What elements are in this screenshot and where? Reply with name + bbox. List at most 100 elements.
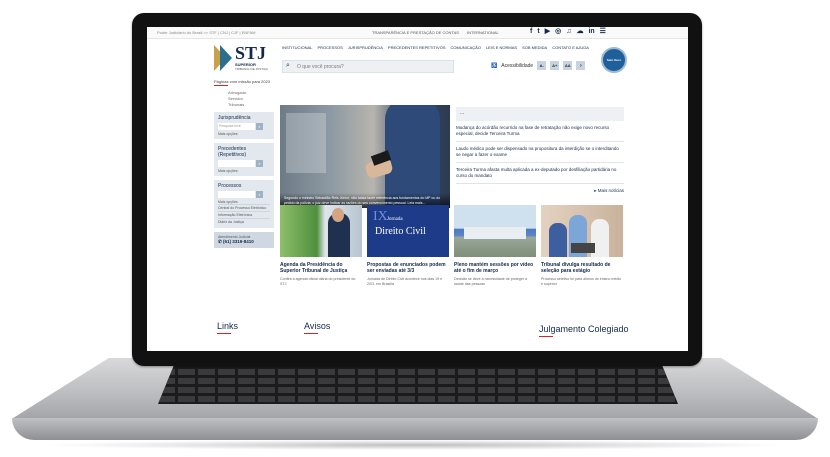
card-image-text: Direito Civil xyxy=(375,226,426,237)
nav-item-leis-normas[interactable]: LEIS E NORMAS xyxy=(486,45,517,50)
news-item[interactable]: Laudo médico pode ser dispensado na prop… xyxy=(456,142,624,163)
linkedin-icon[interactable]: in xyxy=(588,28,594,36)
card-image xyxy=(454,205,536,257)
card-description: Jornada de Direito Civil acontece nos di… xyxy=(367,277,443,286)
quality-seal[interactable]: Selo Ouro xyxy=(601,47,627,73)
news-card[interactable]: Tribunal divulga resultado de seleção pa… xyxy=(541,205,623,286)
nav-item-processos[interactable]: PROCESSOS xyxy=(317,45,342,50)
stj-logo[interactable]: STJ SUPERIOR TRIBUNAL DE JUSTIÇA xyxy=(214,43,274,73)
hero-banner[interactable]: Segundo o ministro Sebastião Reis Júnior… xyxy=(280,105,450,208)
more-news-label: Mais notícias xyxy=(597,188,624,193)
more-options-link[interactable]: Mais opções xyxy=(218,169,270,173)
sidebar-link-central-processo[interactable]: Central do Processo Eletrônico xyxy=(218,204,270,211)
international-link[interactable]: INTERNATIONAL xyxy=(467,30,499,35)
precedentes-search-input[interactable] xyxy=(218,160,255,167)
processos-search-input[interactable] xyxy=(218,191,255,198)
sidebar-top-label[interactable]: Páginas com missão para 2023 xyxy=(214,79,270,84)
twitter-icon[interactable]: t xyxy=(537,28,539,36)
phone-number: (61) 3319-8410 xyxy=(223,239,254,244)
search-icon[interactable]: ⌕ xyxy=(256,191,263,198)
card-image: IX Jornada Direito Civil xyxy=(367,205,449,257)
nav-item-jurisprudencia[interactable]: JURISPRUDÊNCIA xyxy=(348,45,383,50)
sidebar-item-tribunais[interactable]: Tribunais xyxy=(228,102,274,108)
red-underline xyxy=(304,333,318,334)
accessibility-icon[interactable]: ♿ xyxy=(491,63,497,69)
section-julgamento: Julgamento Colegiado xyxy=(539,324,629,337)
nav-item-contato[interactable]: CONTATO E AJUDA xyxy=(552,45,589,50)
sidebar-link-diario[interactable]: Diário da Justiça xyxy=(218,218,270,225)
laptop-screen: Poder Judiciário do Brasil >> STF | CNJ … xyxy=(147,27,688,351)
box-title: Jurisprudência xyxy=(218,115,251,121)
section-title[interactable]: Links xyxy=(217,321,238,331)
accessibility-bar: ♿ Acessibilidade A- A+ AA ? xyxy=(491,61,586,70)
news-card[interactable]: Pleno mantém sessões por vídeo até o fim… xyxy=(454,205,536,286)
keyboard-row xyxy=(158,378,678,384)
card-image xyxy=(280,205,362,257)
section-links: Links xyxy=(217,321,238,334)
search-input[interactable]: ⌕ O que você procura? xyxy=(282,60,454,73)
news-item[interactable]: Terceira Turma afasta multa aplicada a e… xyxy=(456,163,624,184)
font-decrease-button[interactable]: A- xyxy=(537,61,547,70)
more-news-link[interactable]: ▸ Mais notícias xyxy=(456,188,624,194)
sidebar-link-informacao[interactable]: Informação Eletrônica xyxy=(218,211,270,218)
nav-item-sob-medida[interactable]: SOB MEDIDA xyxy=(522,45,547,50)
search-placeholder: O que você procura? xyxy=(297,64,344,70)
nav-item-comunicacao[interactable]: COMUNICAÇÃO xyxy=(451,45,481,50)
card-title[interactable]: Propostas de enunciados podem ser enviad… xyxy=(367,262,449,274)
card-title[interactable]: Agenda da Presidência do Superior Tribun… xyxy=(280,262,362,274)
logo-mark-blue xyxy=(220,45,232,71)
news-card[interactable]: Agenda da Presidência do Superior Tribun… xyxy=(280,205,362,286)
gov-topbar: Poder Judiciário do Brasil >> STF | CNJ … xyxy=(147,27,688,39)
rss-icon[interactable]: ☰ xyxy=(600,28,606,36)
news-item[interactable]: Mudança do acórdão recorrido na fase de … xyxy=(456,121,624,142)
hero-background-window xyxy=(286,113,326,173)
section-avisos: Avisos xyxy=(304,321,330,334)
sidebar-links: Advogado Servidor Tribunais xyxy=(228,90,274,108)
jurisprudencia-box: Jurisprudência Pesquisa livre ⌕ Mais opç… xyxy=(214,112,274,139)
logo-title: STJ xyxy=(235,43,267,63)
main-nav: INSTITUCIONAL PROCESSOS JURISPRUDÊNCIA P… xyxy=(282,45,589,50)
keyboard-row xyxy=(158,396,678,402)
transparency-link[interactable]: TRANSPARÊNCIA E PRESTAÇÃO DE CONTAS xyxy=(372,30,459,35)
facebook-icon[interactable]: f xyxy=(530,28,532,36)
search-icon[interactable]: ⌕ xyxy=(256,123,263,130)
news-list: ... Mudança do acórdão recorrido na fase… xyxy=(456,107,624,194)
spotify-icon[interactable]: ♫ xyxy=(566,28,571,36)
card-image-roman: IX xyxy=(373,209,388,224)
card-image-jornada: Jornada xyxy=(387,217,403,222)
section-title[interactable]: Julgamento Colegiado xyxy=(539,324,629,334)
card-title[interactable]: Pleno mantém sessões por vídeo até o fim… xyxy=(454,262,536,274)
instagram-icon[interactable]: ◎ xyxy=(555,28,561,36)
card-image-building xyxy=(464,227,526,239)
keyboard-row xyxy=(158,387,678,393)
search-icon[interactable]: ⌕ xyxy=(256,160,263,167)
card-image-person xyxy=(549,223,567,257)
box-search: ⌕ xyxy=(218,160,270,167)
news-card[interactable]: IX Jornada Direito Civil Propostas de en… xyxy=(367,205,449,286)
help-button[interactable]: ? xyxy=(576,61,586,70)
sidebar-top-text: Páginas com missão para 2023 xyxy=(214,79,274,86)
more-options-link[interactable]: Mais opções xyxy=(218,132,270,136)
nav-item-institucional[interactable]: INSTITUCIONAL xyxy=(282,45,312,50)
red-underline xyxy=(214,85,228,86)
youtube-icon[interactable]: ▶ xyxy=(545,28,550,36)
card-title[interactable]: Tribunal divulga resultado de seleção pa… xyxy=(541,262,623,274)
processos-box: Processos ⌕ Mais opções Central do Proce… xyxy=(214,180,274,228)
font-increase-button[interactable]: A+ xyxy=(550,61,560,70)
gov-links[interactable]: Poder Judiciário do Brasil >> STF | CNJ … xyxy=(157,30,255,35)
nav-item-precedentes[interactable]: PRECEDENTES REPETITIVOS xyxy=(388,45,446,50)
keyboard-row xyxy=(158,369,678,375)
card-description: Decisão se deve à necessidade de protege… xyxy=(454,277,528,286)
accessibility-label: Acessibilidade xyxy=(501,62,534,69)
soundcloud-icon[interactable]: ☁ xyxy=(576,28,583,36)
section-title[interactable]: Avisos xyxy=(304,321,330,331)
news-header: ... xyxy=(456,107,624,121)
service-phone[interactable]: ✆ (61) 3319-8410 xyxy=(218,239,270,245)
news-cards: Agenda da Presidência do Superior Tribun… xyxy=(280,205,624,286)
contrast-button[interactable]: AA xyxy=(563,61,573,70)
card-image xyxy=(541,205,623,257)
precedentes-box: Precedentes (Repetitivos) ⌕ Mais opções xyxy=(214,143,274,176)
red-underline xyxy=(217,333,231,334)
jurisprudencia-search-input[interactable]: Pesquisa livre xyxy=(218,123,255,130)
search-icon[interactable]: ⌕ xyxy=(286,62,290,70)
